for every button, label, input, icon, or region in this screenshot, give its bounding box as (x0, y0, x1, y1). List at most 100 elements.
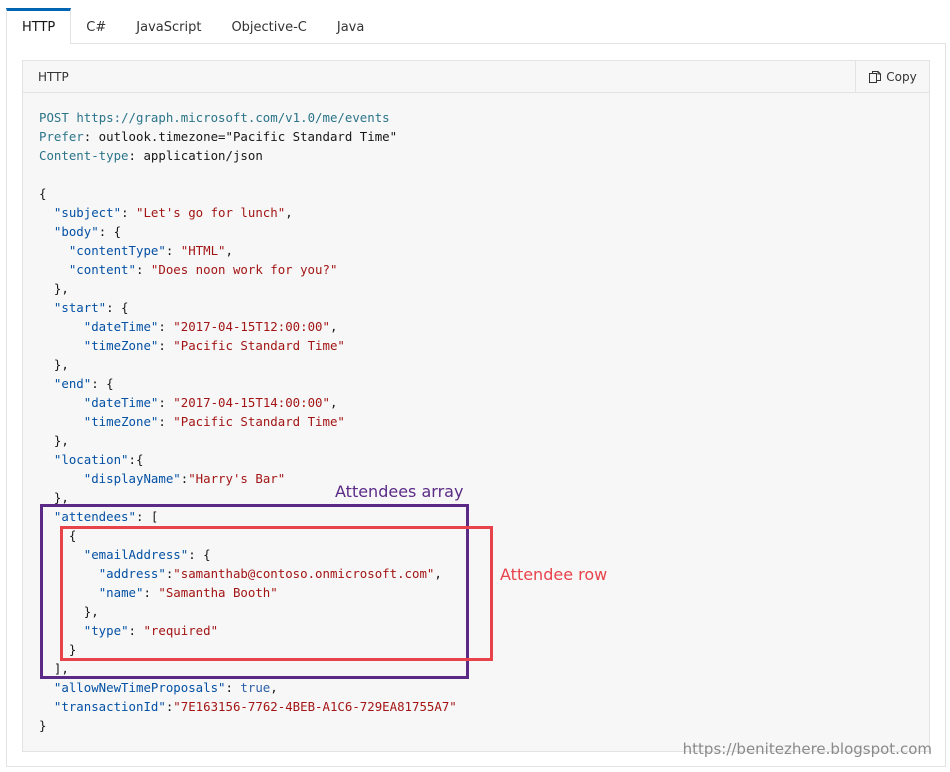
code-line: }, (39, 357, 69, 372)
code-token: : (158, 395, 174, 410)
code-token: "2017-04-15T12:00:00" (173, 319, 330, 334)
code-token: "7E163156-7762-4BEB-A1C6-729EA81755A7" (173, 699, 457, 714)
code-token: :{ (128, 452, 144, 467)
code-token: "location" (53, 452, 129, 467)
code-token: : (158, 414, 174, 429)
tab-c[interactable]: C# (71, 8, 121, 44)
code-token: , (329, 395, 338, 410)
code-token: "required" (143, 623, 219, 638)
code-token: : { (98, 224, 122, 239)
code-block-header: HTTP Copy (23, 61, 929, 93)
code-line: } (39, 642, 76, 657)
language-tabs: HTTP C# JavaScript Objective-C Java (6, 8, 379, 44)
code-token: "HTML" (180, 243, 226, 258)
code-token: }, (39, 357, 69, 372)
code-line: { (39, 528, 76, 543)
code-line: Content-type: application/json (39, 148, 263, 163)
code-line: "address":"samanthab@contoso.onmicrosoft… (39, 566, 442, 581)
code-token: "content" (68, 262, 136, 277)
code-token: "type" (83, 623, 129, 638)
code-line: "timeZone": "Pacific Standard Time" (39, 338, 345, 353)
code-line: ], (39, 661, 69, 676)
code-line: "end": { (39, 376, 114, 391)
code-line: } (39, 718, 46, 733)
code-token: "Does noon work for you?" (150, 262, 338, 277)
code-token: , (285, 205, 293, 220)
code-token: "Harry's Bar" (188, 471, 286, 486)
code-token: , (270, 680, 278, 695)
code-line: "dateTime": "2017-04-15T14:00:00", (39, 395, 338, 410)
code-line: }, (39, 281, 69, 296)
code-line: "start": { (39, 300, 129, 315)
code-token: "name" (98, 585, 144, 600)
tab-java[interactable]: Java (322, 8, 379, 44)
code-token: : (135, 262, 151, 277)
code-token: "Samantha Booth" (158, 585, 278, 600)
code-line: "subject": "Let's go for lunch", (39, 205, 293, 220)
code-token: : application/json (128, 148, 263, 163)
code-token: "displayName" (83, 471, 181, 486)
code-token: , (434, 566, 442, 581)
code-token: { (39, 186, 47, 201)
code-content: POST https://graph.microsoft.com/v1.0/me… (39, 108, 457, 735)
code-token: : (165, 243, 181, 258)
code-line: "type": "required" (39, 623, 218, 638)
code-line: "dateTime": "2017-04-15T12:00:00", (39, 319, 338, 334)
code-token: : { (106, 300, 129, 315)
code-line: "displayName":"Harry's Bar" (39, 471, 285, 486)
tab-http[interactable]: HTTP (6, 8, 72, 44)
tab-javascript[interactable]: JavaScript (121, 8, 216, 44)
tab-objective-c[interactable]: Objective-C (216, 8, 321, 44)
code-line: POST https://graph.microsoft.com/v1.0/me… (39, 110, 390, 125)
code-token: : [ (135, 509, 159, 524)
code-line: "transactionId":"7E163156-7762-4BEB-A1C6… (39, 699, 457, 714)
code-token: "emailAddress" (83, 547, 189, 562)
copy-button[interactable]: Copy (855, 61, 929, 93)
attendees-array-label: Attendees array (335, 482, 464, 501)
code-token: } (39, 718, 47, 733)
code-block: HTTP Copy POST https://graph.microsoft.c… (22, 60, 930, 752)
code-token: "subject" (53, 205, 122, 220)
code-token: "allowNewTimeProposals" (53, 680, 226, 695)
code-line: "attendees": [ (39, 509, 158, 524)
code-token: https://graph.microsoft.com/v1.0/me/even… (76, 110, 390, 125)
code-token: "end" (53, 376, 92, 391)
code-token: }, (39, 281, 69, 296)
code-token: }, (39, 433, 69, 448)
code-token: }, (39, 604, 99, 619)
code-token: "Let's go for lunch" (135, 205, 286, 220)
code-line: "location":{ (39, 452, 144, 467)
code-token: "timeZone" (83, 338, 159, 353)
code-token: : (128, 623, 144, 638)
code-token: "samanthab@contoso.onmicrosoft.com" (173, 566, 435, 581)
code-token: : (158, 319, 174, 334)
code-token: "dateTime" (83, 395, 159, 410)
code-token: "2017-04-15T14:00:00" (173, 395, 330, 410)
code-line: "emailAddress": { (39, 547, 211, 562)
code-line: "timeZone": "Pacific Standard Time" (39, 414, 345, 429)
code-token: "contentType" (68, 243, 166, 258)
code-line: "body": { (39, 224, 121, 239)
code-line: "contentType": "HTML", (39, 243, 233, 258)
code-token: "transactionId" (53, 699, 166, 714)
code-token: POST (39, 110, 69, 125)
code-token: Content-type (39, 148, 129, 163)
copy-icon (869, 71, 882, 83)
code-token: { (39, 528, 77, 543)
code-line: "allowNewTimeProposals": true, (39, 680, 278, 695)
code-line: "content": "Does noon work for you?" (39, 262, 338, 277)
